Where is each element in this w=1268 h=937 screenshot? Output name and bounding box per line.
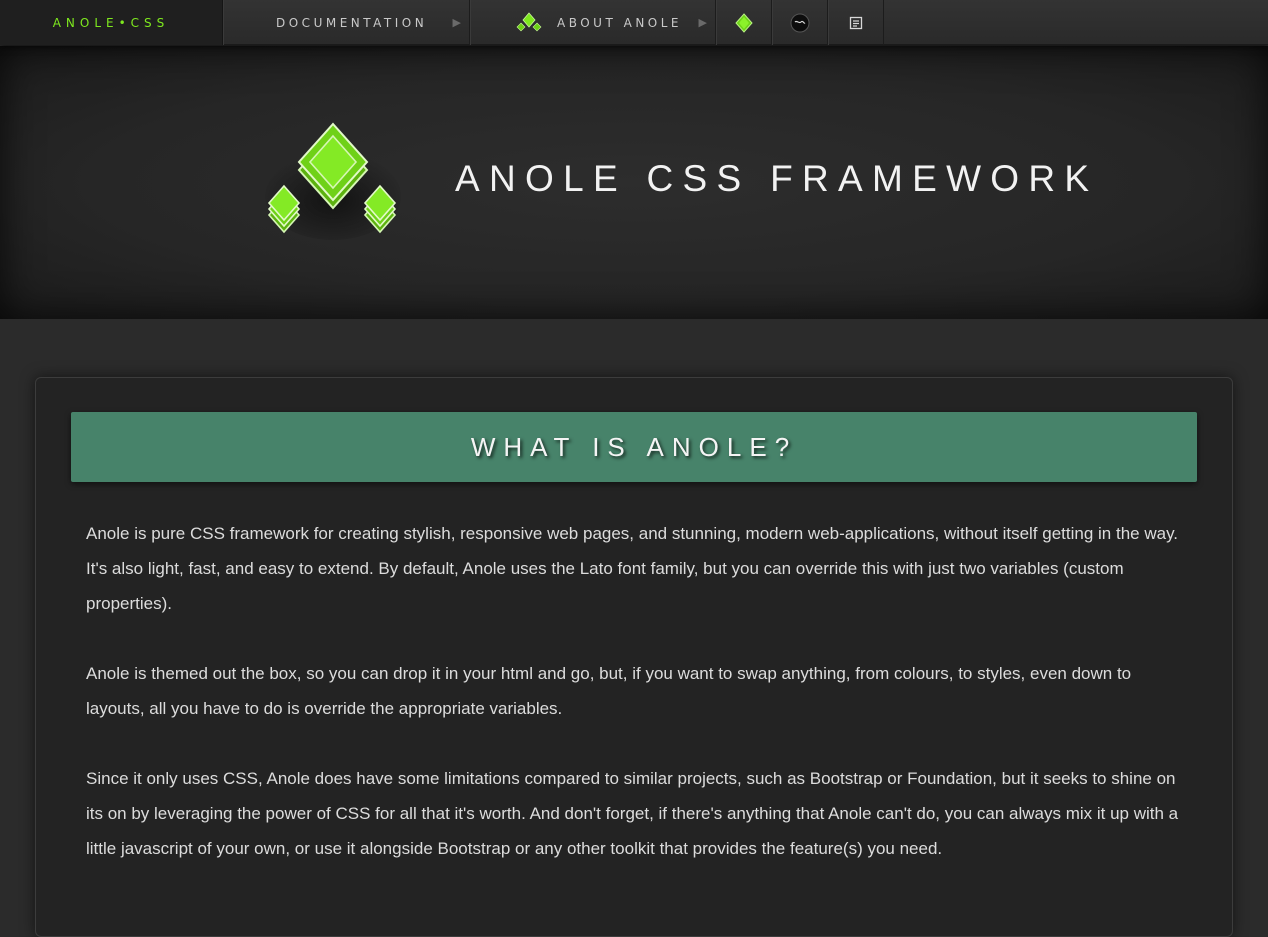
nav-github-button[interactable]: [772, 0, 828, 45]
page-title: ANOLE CSS FRAMEWORK: [455, 158, 1099, 199]
nav-docs-button[interactable]: [828, 0, 884, 45]
brand-link[interactable]: ANOLE•CSS: [0, 0, 223, 45]
dropdown-arrow-icon: ▶: [452, 16, 461, 29]
nav-documentation-label: DOCUMENTATION: [276, 15, 428, 30]
dropdown-arrow-icon: ▶: [698, 16, 707, 29]
intro-paragraph: Anole is themed out the box, so you can …: [86, 664, 1132, 718]
intro-paragraph: Anole is pure CSS framework for creating…: [86, 524, 1179, 613]
document-icon: [849, 16, 863, 29]
panel-heading: WHAT IS ANOLE?: [470, 431, 798, 462]
intro-paragraph: Since it only uses CSS, Anole does have …: [86, 769, 1179, 858]
nav-about-label: ABOUT ANOLE: [557, 15, 683, 30]
nav-diamond-button[interactable]: [716, 0, 772, 45]
panel-header: WHAT IS ANOLE?: [71, 412, 1197, 482]
hero-banner: ANOLE CSS FRAMEWORK: [0, 46, 1268, 319]
diamond-icon: [735, 12, 753, 33]
anole-logo-icon: [265, 122, 401, 240]
intro-panel: WHAT IS ANOLE? Anole is pure CSS framewo…: [35, 377, 1233, 937]
github-octocat-icon: [790, 13, 810, 32]
nav-about-anole[interactable]: ABOUT ANOLE ▶: [470, 0, 716, 45]
top-navbar: ANOLE•CSS DOCUMENTATION ▶ ABOUT ANOLE ▶: [0, 0, 1268, 45]
nav-documentation[interactable]: DOCUMENTATION ▶: [223, 0, 470, 45]
panel-body: Anole is pure CSS framework for creating…: [86, 516, 1182, 901]
anole-logo-icon: [516, 12, 542, 32]
